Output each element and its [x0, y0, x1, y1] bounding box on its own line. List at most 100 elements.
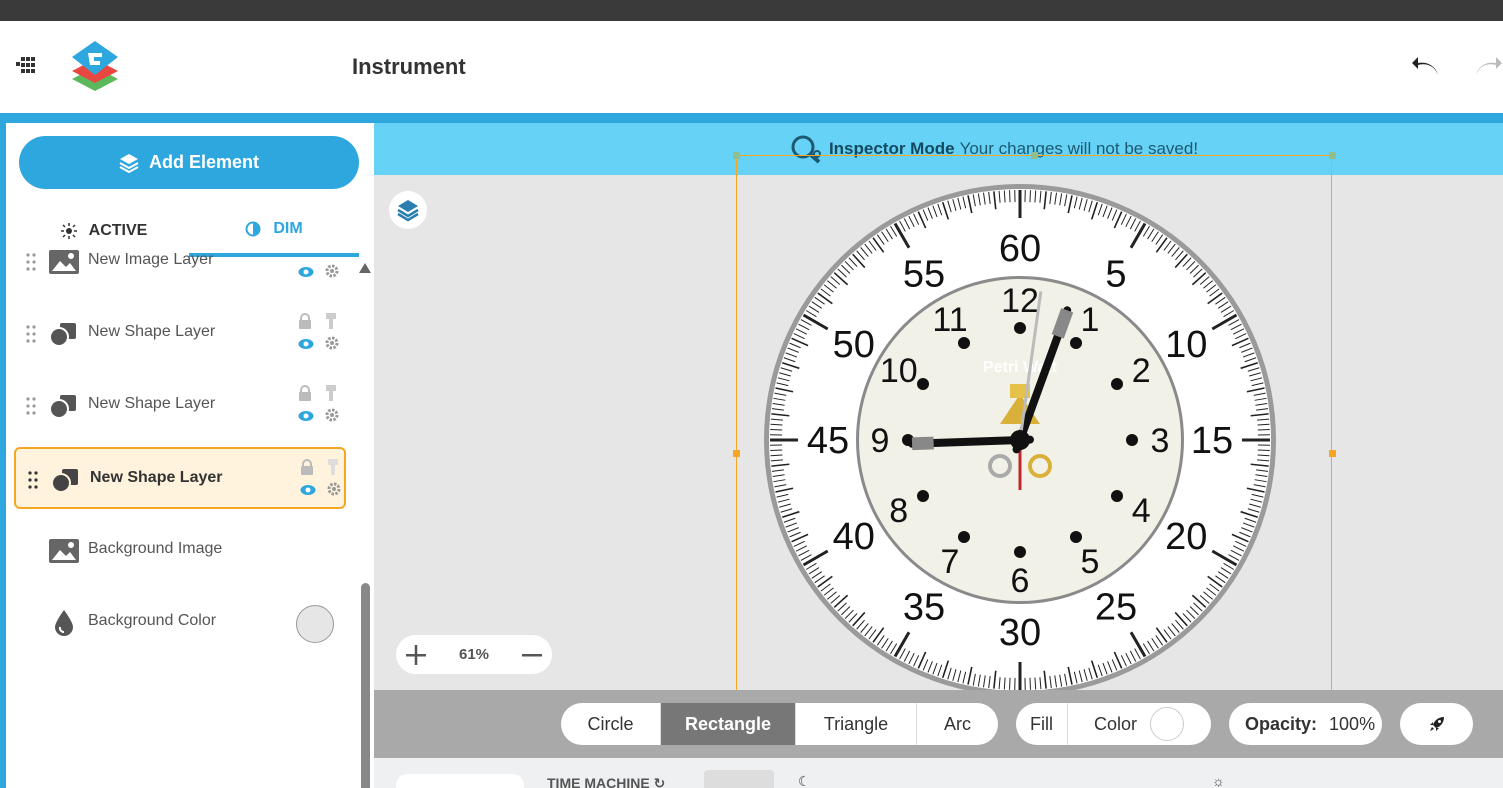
hour-dot — [1070, 530, 1082, 543]
hour-number: 8 — [889, 492, 908, 530]
drag-handle-icon[interactable] — [27, 470, 39, 490]
hour-dot — [1014, 546, 1026, 558]
brush-icon[interactable] — [324, 385, 338, 401]
outer-dial-number: 15 — [1191, 420, 1233, 462]
brush-icon[interactable] — [326, 459, 340, 475]
layer-item[interactable]: New Image Layer — [14, 231, 346, 293]
layer-name: New Shape Layer — [88, 395, 216, 412]
refresh-icon[interactable]: ↻ — [654, 775, 666, 788]
layers-toggle-button[interactable] — [389, 191, 427, 229]
shape-toolbar: Circle Rectangle Triangle Arc Fill Color… — [374, 690, 1503, 758]
shape-circle-button[interactable]: Circle — [561, 703, 661, 745]
eye-icon[interactable] — [298, 410, 314, 422]
hour-number: 9 — [871, 422, 890, 460]
tick-mark — [1009, 190, 1011, 203]
tick-mark — [1029, 677, 1031, 690]
eye-icon[interactable] — [298, 338, 314, 350]
layer-item[interactable]: New Shape Layer — [14, 303, 346, 365]
layer-item[interactable]: New Shape Layer — [14, 375, 346, 437]
hour-number: 2 — [1132, 352, 1151, 390]
layer-item-background-image[interactable]: Background Image — [14, 520, 346, 582]
hour-number: 12 — [1001, 282, 1039, 320]
shape-triangle-button[interactable]: Triangle — [796, 703, 917, 745]
shape-rectangle-button[interactable]: Rectangle — [661, 703, 796, 745]
color-picker-swatch[interactable] — [1150, 707, 1184, 741]
layer-list: New Image Layer New Shape Layer New Shap… — [6, 250, 356, 788]
gear-icon[interactable] — [326, 481, 342, 497]
drag-handle-icon[interactable] — [25, 396, 37, 416]
hour-dot — [917, 378, 930, 390]
gear-icon[interactable] — [324, 335, 340, 351]
zoom-in-icon[interactable] — [404, 643, 428, 667]
outer-dial-number: 10 — [1165, 324, 1207, 366]
outer-dial-number: 25 — [1095, 586, 1137, 628]
gear-icon[interactable] — [324, 263, 340, 279]
background-color-swatch[interactable] — [296, 605, 334, 643]
minute-hand-tip — [1051, 308, 1074, 339]
moon-icon: ☾ — [798, 773, 811, 788]
hour-dot — [1014, 322, 1026, 334]
layers-stack-icon — [397, 200, 419, 222]
hour-number: 3 — [1151, 422, 1170, 460]
scrollbar-thumb[interactable] — [361, 583, 370, 788]
shape-layer-icon — [49, 395, 76, 419]
scroll-up-arrow-icon[interactable] — [359, 263, 371, 273]
zoom-out-icon[interactable] — [520, 643, 544, 667]
shape-arc-button[interactable]: Arc — [917, 703, 998, 745]
zoom-level: 61% — [458, 646, 490, 663]
tick-mark — [1257, 429, 1270, 431]
layers-icon — [119, 153, 139, 173]
redo-button[interactable] — [1472, 55, 1502, 81]
header-accent-bar — [0, 113, 1503, 123]
opacity-value[interactable]: 100% — [1329, 714, 1375, 735]
undo-button[interactable] — [1412, 55, 1442, 81]
resize-handle[interactable] — [1329, 450, 1336, 457]
lock-icon[interactable] — [298, 385, 312, 401]
hour-number: 10 — [880, 352, 918, 390]
tick-mark — [770, 429, 783, 431]
gear-icon[interactable] — [324, 407, 340, 423]
watch-face[interactable]: 6051015202530354045505512 1234567891011Pe… — [764, 184, 1276, 696]
eye-icon[interactable] — [298, 266, 314, 278]
zoom-control: 61% — [396, 635, 552, 674]
layer-name: New Shape Layer — [90, 469, 223, 486]
timeline-pill[interactable] — [396, 774, 524, 788]
inspector-mode-banner: Inspector Mode Your changes will not be … — [374, 123, 1503, 175]
page-title: Instrument — [352, 54, 466, 79]
drag-handle-icon[interactable] — [25, 324, 37, 344]
opacity-control: Opacity: 100% — [1229, 703, 1382, 745]
shape-type-selector: Circle Rectangle Triangle Arc — [561, 703, 998, 745]
add-element-button[interactable]: Add Element — [19, 136, 359, 189]
calendar-widget[interactable] — [704, 770, 774, 788]
hand-pivot — [1010, 430, 1030, 450]
layer-name: Background Color — [88, 612, 217, 629]
hour-dot — [958, 337, 970, 350]
eye-icon[interactable] — [300, 484, 316, 496]
layer-list-scrollbar[interactable] — [356, 257, 374, 788]
rocket-icon — [1429, 717, 1444, 731]
drag-handle-icon[interactable] — [25, 252, 37, 272]
opacity-label: Opacity: — [1245, 713, 1318, 734]
layer-item-selected[interactable]: New Shape Layer — [14, 447, 346, 509]
lock-icon[interactable] — [298, 313, 312, 329]
timeline-panel: TIME MACHINE ↻ ☾ ☼ — [374, 758, 1503, 788]
lock-icon[interactable] — [300, 459, 314, 475]
hour-dot — [1110, 378, 1123, 390]
canvas-area: Inspector Mode Your changes will not be … — [374, 123, 1503, 755]
hour-hand-tip — [911, 436, 934, 451]
tick-mark — [1009, 677, 1011, 690]
hour-dot — [1110, 490, 1123, 502]
droplet-icon — [55, 610, 73, 636]
outer-dial-number: 55 — [903, 254, 945, 296]
app-header: Instrument — [0, 21, 1503, 113]
hour-dot — [958, 530, 970, 543]
fill-toggle-button[interactable]: Fill — [1016, 703, 1068, 745]
rocket-button[interactable] — [1400, 703, 1473, 745]
resize-handle[interactable] — [733, 450, 740, 457]
brush-icon[interactable] — [324, 313, 338, 329]
app-grid-icon[interactable] — [16, 57, 40, 73]
outer-dial-number: 20 — [1165, 516, 1207, 558]
shape-layer-icon — [49, 323, 76, 347]
fill-color-control: Fill Color — [1016, 703, 1211, 745]
layer-item-background-color[interactable]: Background Color — [14, 592, 346, 654]
